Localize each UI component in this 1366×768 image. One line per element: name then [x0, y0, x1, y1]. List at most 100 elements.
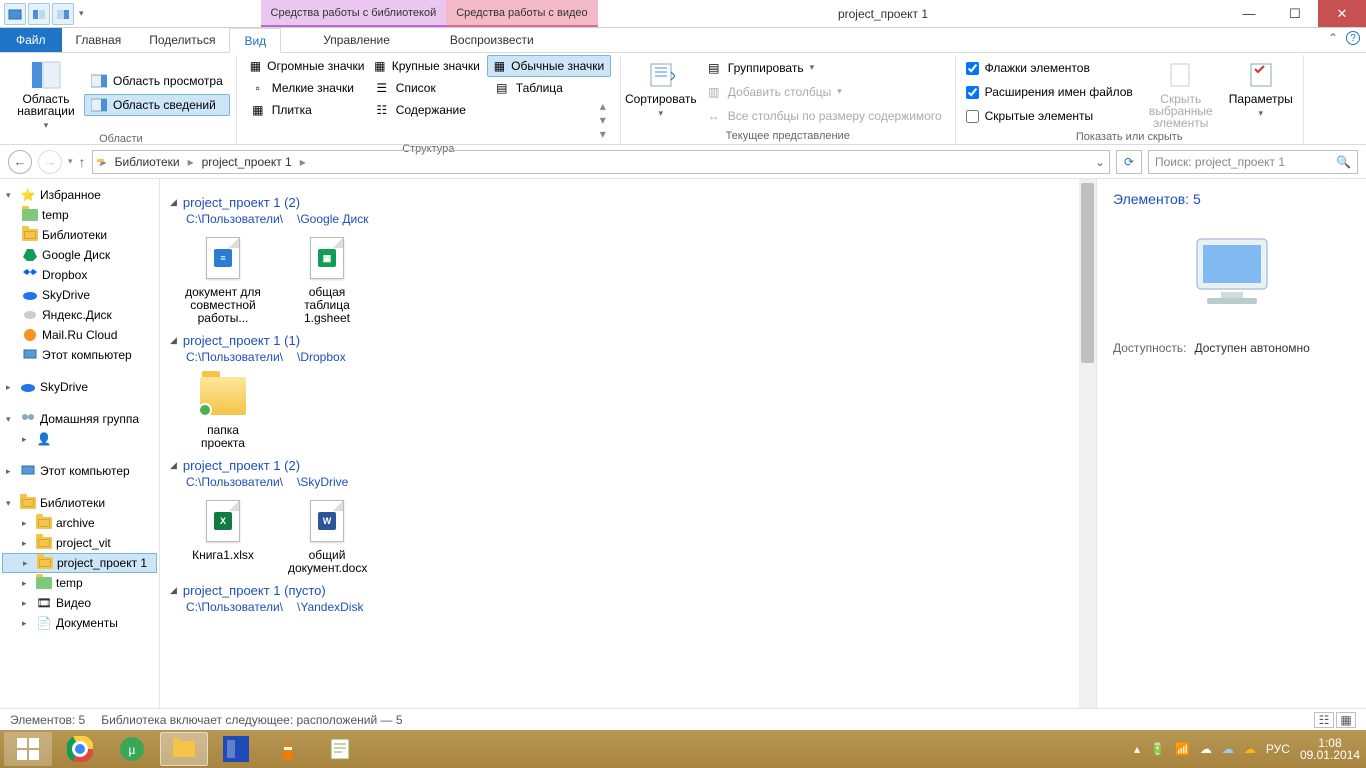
group-path[interactable]: C:\Пользователи\\YandexDisk [186, 600, 1096, 614]
tree-fav-skydrive[interactable]: SkyDrive [2, 285, 157, 305]
group-by-button[interactable]: ▤Группировать ▾ [699, 57, 949, 79]
navigation-pane-button[interactable]: Область навигации ▾ [12, 55, 80, 131]
tree-thispc[interactable]: ▸Этот компьютер [2, 461, 157, 481]
checkboxes-toggle[interactable]: Флажки элементов [962, 58, 1137, 78]
close-button[interactable]: ✕ [1318, 0, 1366, 27]
extensions-toggle[interactable]: Расширения имен файлов [962, 82, 1137, 102]
size-columns-button[interactable]: ↔Все столбцы по размеру содержимого [699, 105, 949, 127]
tree-homegroup[interactable]: ▾Домашняя группа [2, 409, 157, 429]
minimize-button[interactable]: — [1226, 0, 1272, 27]
group-path[interactable]: C:\Пользователи\\Dropbox [186, 350, 1096, 364]
tray-cloud2-icon[interactable]: ☁ [1222, 742, 1234, 756]
details-button[interactable]: ☷Содержание [367, 99, 487, 121]
tree-fav-libraries[interactable]: Библиотеки [2, 225, 157, 245]
vertical-scrollbar[interactable] [1079, 179, 1096, 708]
qat-dropdown[interactable]: ▾ [76, 8, 87, 19]
tree-libraries[interactable]: ▾Библиотеки [2, 493, 157, 513]
search-box[interactable]: Поиск: project_проект 1 🔍 [1148, 150, 1358, 174]
taskbar-notepad[interactable] [316, 732, 364, 766]
hide-selected-button[interactable]: Скрыть выбранные элементы [1141, 55, 1221, 129]
details-pane-button[interactable]: Область сведений [84, 94, 230, 116]
preview-pane-button[interactable]: Область просмотра [84, 70, 230, 92]
tray-up-icon[interactable]: ▴ [1134, 742, 1140, 756]
refresh-button[interactable]: ⟳ [1116, 150, 1142, 174]
tree-lib-temp[interactable]: ▸temp [2, 573, 157, 593]
tree-fav-dropbox[interactable]: Dropbox [2, 265, 157, 285]
qat-btn-2[interactable] [28, 3, 50, 25]
scrollbar-thumb[interactable] [1081, 183, 1094, 363]
layout-scroll[interactable]: ▴▾▾ [600, 99, 614, 141]
tree-fav-mailru[interactable]: Mail.Ru Cloud [2, 325, 157, 345]
tray-cloud1-icon[interactable]: ☁ [1200, 742, 1212, 756]
hidden-items-toggle[interactable]: Скрытые элементы [962, 106, 1137, 126]
start-button[interactable] [4, 732, 52, 766]
tree-homegroup-user[interactable]: ▸👤 [2, 429, 157, 449]
up-button[interactable]: ↑ [79, 154, 86, 170]
taskbar-chrome[interactable] [56, 732, 104, 766]
crumb-libraries[interactable]: Библиотеки [111, 155, 184, 169]
tree-lib-video[interactable]: ▸🎞Видео [2, 593, 157, 613]
file-item[interactable]: ≡документ для совместной работы... [184, 234, 262, 325]
ribbon-expand-icon[interactable]: ⌃ [1328, 31, 1338, 45]
tree-lib-projectvit[interactable]: ▸project_vit [2, 533, 157, 553]
sort-button[interactable]: Сортировать ▾ [627, 55, 695, 128]
tree-fav-temp[interactable]: temp [2, 205, 157, 225]
file-item[interactable]: Wобщий документ.docx [288, 497, 366, 575]
tab-view[interactable]: Вид [229, 28, 281, 53]
tree-lib-archive[interactable]: ▸archive [2, 513, 157, 533]
large-icons-button[interactable]: ▦Крупные значки [367, 55, 487, 77]
taskbar-utorrent[interactable]: µ [108, 732, 156, 766]
view-details-button[interactable]: ☷ [1314, 712, 1334, 728]
tree-fav-yandex[interactable]: Яндекс.Диск [2, 305, 157, 325]
group-header[interactable]: ◢project_проект 1 (пусто) [170, 583, 1096, 598]
tree-skydrive[interactable]: ▸SkyDrive [2, 377, 157, 397]
group-header[interactable]: ◢project_проект 1 (2) [170, 458, 1096, 473]
tray-cloud3-icon[interactable]: ☁ [1244, 742, 1256, 756]
taskbar-vlc[interactable] [264, 732, 312, 766]
group-path[interactable]: C:\Пользователи\\SkyDrive [186, 475, 1096, 489]
maximize-button[interactable]: ☐ [1272, 0, 1318, 27]
add-columns-button[interactable]: ▥Добавить столбцы ▾ [699, 81, 949, 103]
qat-btn-3[interactable] [52, 3, 74, 25]
tab-manage[interactable]: Управление [293, 28, 420, 52]
file-item[interactable]: папка проекта [184, 372, 262, 450]
tray-clock[interactable]: 1:08 09.01.2014 [1300, 737, 1360, 761]
tiles-button[interactable]: ▦Плитка [243, 99, 367, 121]
small-icons-button[interactable]: ▫Мелкие значки [243, 77, 367, 99]
options-button[interactable]: Параметры ▾ [1225, 55, 1297, 129]
back-button[interactable]: ← [8, 150, 32, 174]
breadcrumb[interactable]: ▸ Библиотеки ▸ project_проект 1 ▸ ⌄ [92, 150, 1110, 174]
tree-fav-gdrive[interactable]: Google Диск [2, 245, 157, 265]
tree-favorites[interactable]: ▾⭐Избранное [2, 185, 157, 205]
tree-lib-project1[interactable]: ▸project_проект 1 [2, 553, 157, 573]
navigation-tree[interactable]: ▾⭐Избранное temp Библиотеки Google Диск … [0, 179, 160, 708]
tab-play[interactable]: Воспроизвести [420, 28, 564, 52]
taskbar-explorer[interactable] [160, 732, 208, 766]
file-item[interactable]: XКнига1.xlsx [184, 497, 262, 575]
group-header[interactable]: ◢project_проект 1 (1) [170, 333, 1096, 348]
tray-language[interactable]: РУС [1266, 742, 1290, 756]
help-icon[interactable]: ? [1346, 31, 1360, 45]
table-button[interactable]: ▤Таблица [487, 77, 611, 99]
tray-battery-icon[interactable]: 🔋 [1150, 742, 1165, 756]
taskbar-totalcmd[interactable] [212, 732, 260, 766]
extra-large-icons-button[interactable]: ▦Огромные значки [243, 55, 367, 77]
medium-icons-button[interactable]: ▦Обычные значки [487, 55, 611, 77]
tab-share[interactable]: Поделиться [135, 28, 229, 52]
group-path[interactable]: C:\Пользователи\\Google Диск [186, 212, 1096, 226]
crumb-project[interactable]: project_проект 1 [198, 155, 296, 169]
tray-network-icon[interactable]: 📶 [1175, 742, 1190, 756]
tree-lib-docs[interactable]: ▸📄Документы [2, 613, 157, 633]
tree-fav-thispc[interactable]: Этот компьютер [2, 345, 157, 365]
breadcrumb-dropdown-icon[interactable]: ⌄ [1095, 155, 1105, 169]
tab-file[interactable]: Файл [0, 28, 62, 52]
file-item[interactable]: ▦общая таблица 1.gsheet [288, 234, 366, 325]
content-pane[interactable]: ◢project_проект 1 (2) C:\Пользователи\\Go… [160, 179, 1096, 708]
tab-home[interactable]: Главная [62, 28, 136, 52]
group-header[interactable]: ◢project_проект 1 (2) [170, 195, 1096, 210]
list-button[interactable]: ☰Список [367, 77, 487, 99]
qat-btn-1[interactable] [4, 3, 26, 25]
forward-button[interactable]: → [38, 150, 62, 174]
view-icons-button[interactable]: ▦ [1336, 712, 1356, 728]
recent-dropdown-icon[interactable]: ▾ [68, 156, 73, 167]
